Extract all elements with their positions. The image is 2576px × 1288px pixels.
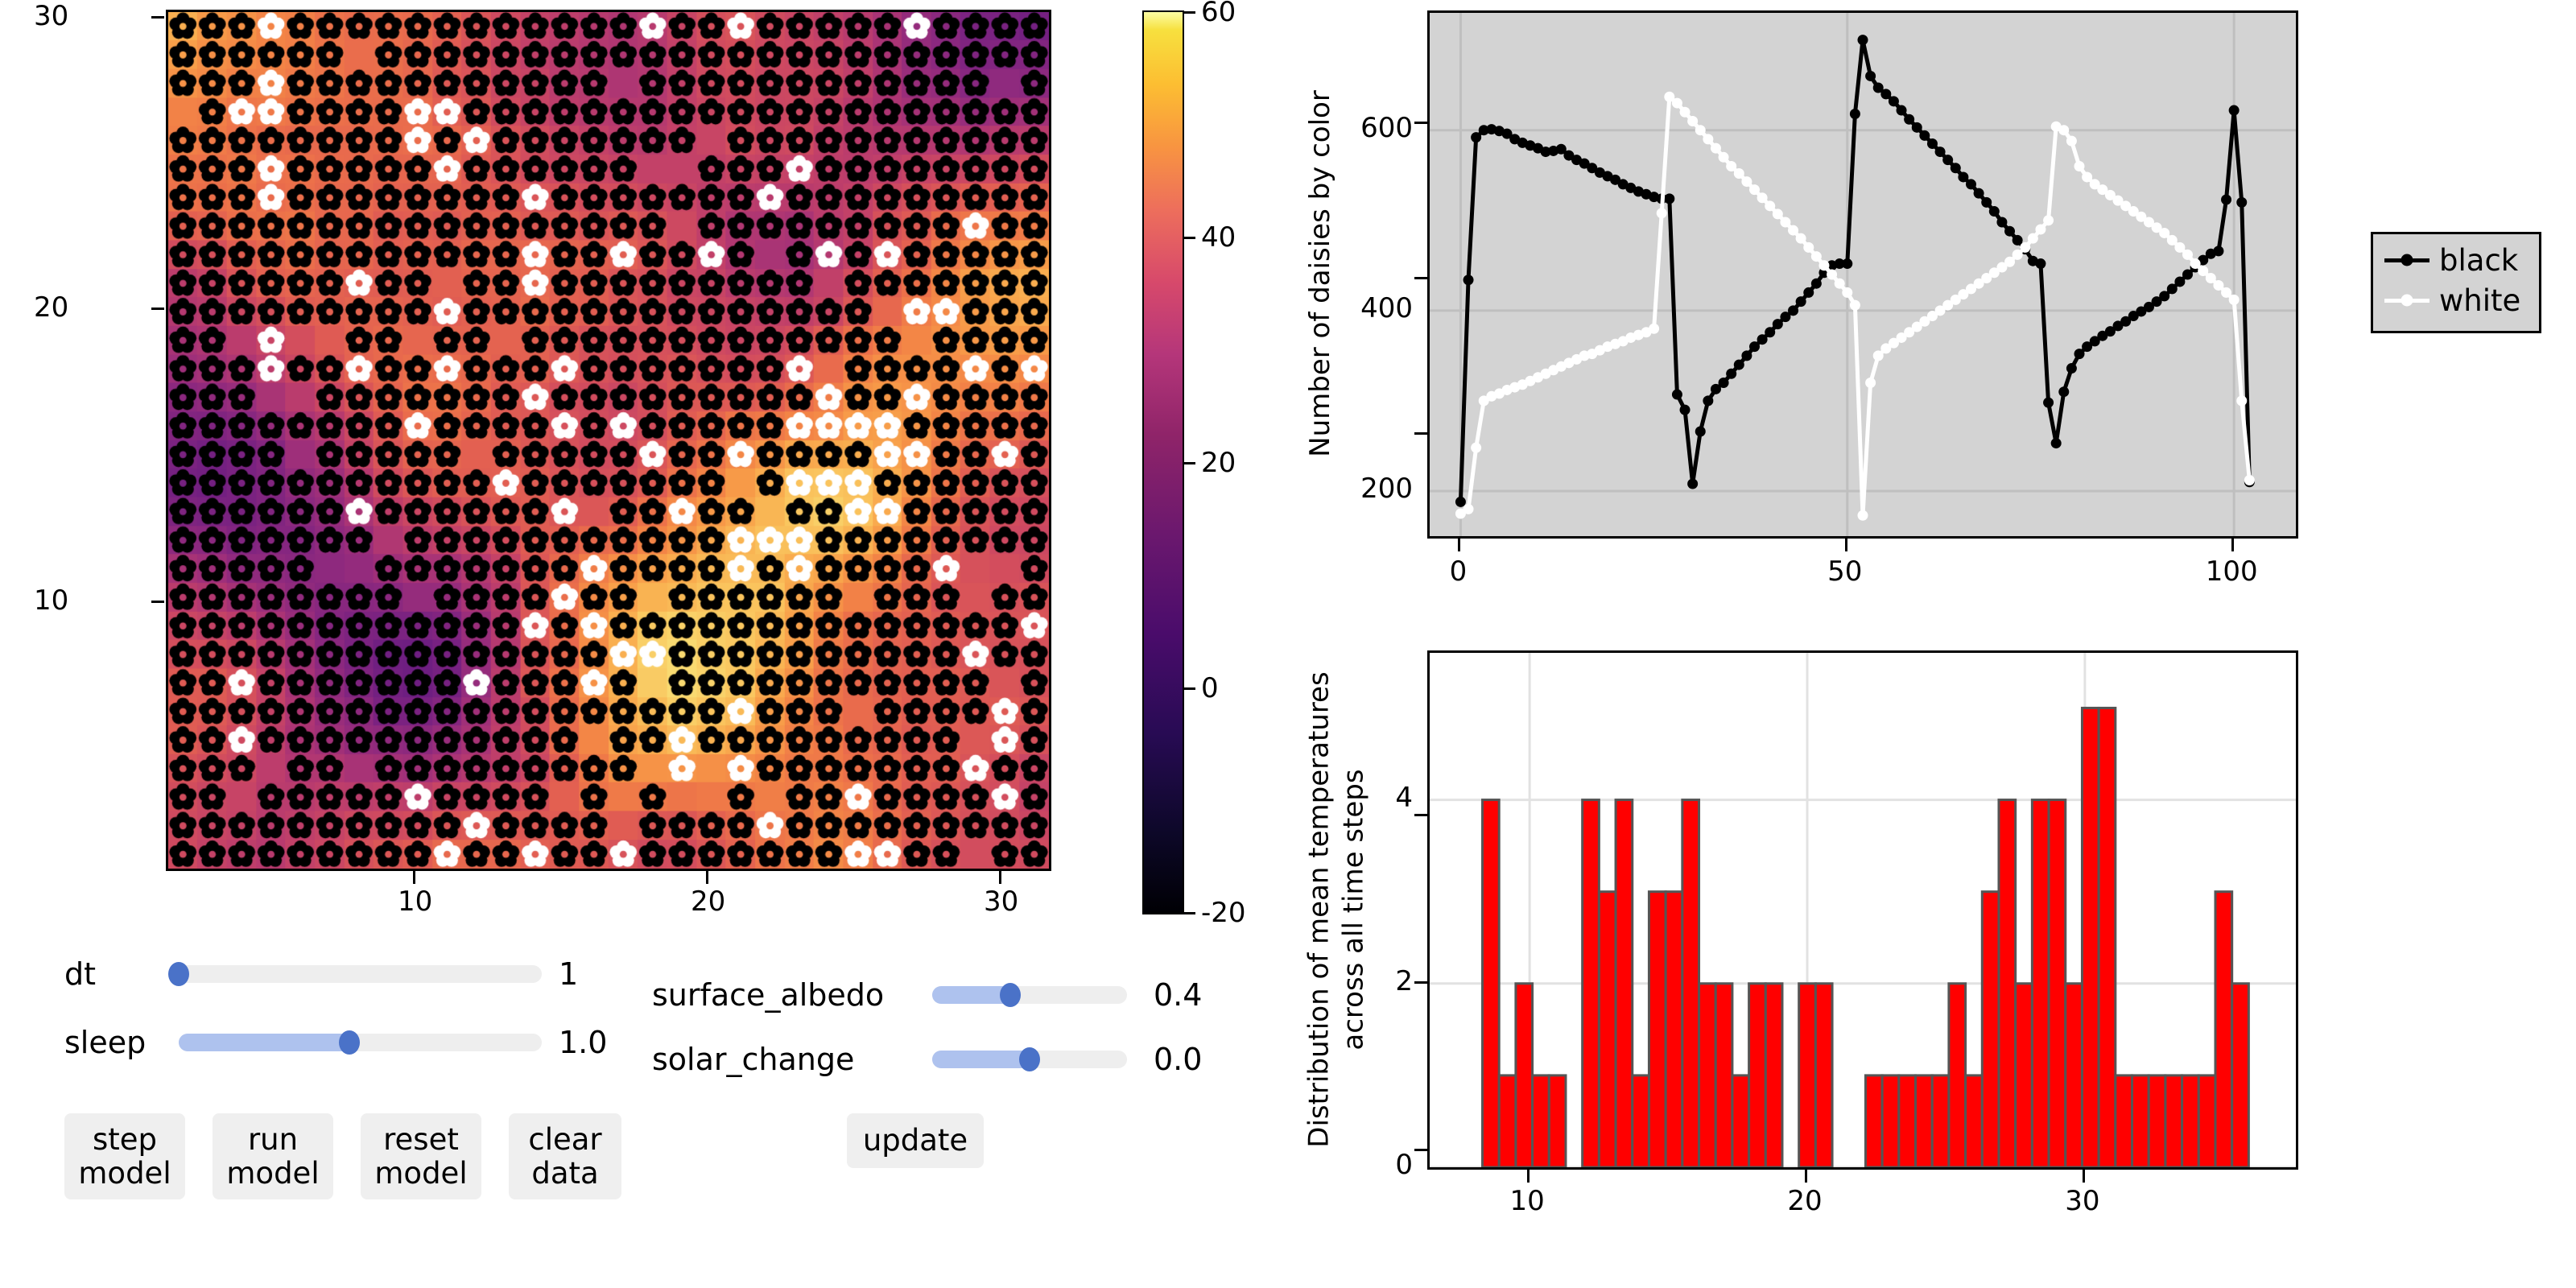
heatmap-xtickmark-20: [706, 871, 708, 884]
legend-label-white: white: [2439, 283, 2521, 318]
slider-label-solar-change: solar_change: [652, 1042, 855, 1077]
slider-fill-sleep: [179, 1034, 349, 1051]
slider-fill-solar-change: [932, 1051, 1030, 1068]
legend-marker-black: [2401, 254, 2413, 266]
histogram-ytickmark-0: [1414, 1149, 1427, 1151]
histogram-ytick-2: 2: [1395, 964, 1413, 997]
histogram-ytickmark-2: [1414, 981, 1427, 984]
histogram-xtickmark-10: [1527, 1170, 1530, 1183]
line-chart-ytick-200: 200: [1360, 472, 1413, 505]
temperature-histogram: [1427, 650, 2298, 1170]
histogram-ylabel-line1: Distribution of mean temperatures: [1302, 671, 1335, 1148]
daisy-population-chart: [1427, 10, 2298, 539]
heatmap-xtick-10: 10: [398, 886, 433, 918]
colorbar-label-40: 40: [1201, 221, 1236, 254]
line-chart-ylabel: Number of daisies by color: [1304, 90, 1336, 457]
histogram-xtickmark-30: [2082, 1170, 2085, 1183]
colorbar-label-minus20: -20: [1201, 897, 1246, 929]
slider-row-solar-change: solar_change 0.0: [652, 1042, 1216, 1077]
histogram-svg: [1430, 653, 2296, 1167]
legend-line-black: [2384, 254, 2429, 266]
slider-track-sleep[interactable]: [179, 1030, 542, 1055]
heatmap-ytick-10: 10: [34, 584, 69, 617]
histogram-ytick-0: 0: [1395, 1149, 1413, 1181]
line-chart-xtickmark-0: [1458, 539, 1461, 551]
line-chart-xtickmark-100: [2231, 539, 2235, 551]
slider-knob-sleep[interactable]: [338, 1030, 360, 1055]
legend-label-black: black: [2439, 242, 2519, 278]
histogram-xtick-20: 20: [1787, 1185, 1823, 1217]
colorbar-tickmark-m20: [1184, 912, 1195, 914]
slider-knob-solar-change[interactable]: [1019, 1047, 1040, 1071]
histogram-ytick-4: 4: [1395, 781, 1413, 814]
legend-line-white: [2384, 294, 2429, 307]
heatmap-xtickmark-10: [413, 871, 415, 884]
line-chart-ytickmark-200: [1414, 432, 1427, 435]
line-chart-ytick-600: 600: [1360, 111, 1413, 144]
slider-track-solar-change[interactable]: [932, 1047, 1127, 1071]
legend-entry-black: black: [2384, 242, 2519, 278]
colorbar-tickmark-0: [1184, 687, 1195, 690]
histogram-ytickmark-4: [1414, 814, 1427, 816]
histogram-xtick-30: 30: [2065, 1185, 2100, 1217]
histogram-xtickmark-20: [1805, 1170, 1808, 1183]
heatmap-ytickmark-30: [151, 16, 164, 19]
heatmap-ytick-30: 30: [34, 0, 69, 32]
line-chart-svg: [1430, 13, 2296, 536]
colorbar-tickmark-40: [1184, 237, 1195, 239]
line-chart-legend: black white: [2371, 232, 2541, 333]
colorbar-label-0: 0: [1201, 672, 1219, 704]
heatmap-xtick-30: 30: [984, 886, 1019, 918]
slider-label-sleep: sleep: [64, 1025, 147, 1060]
slider-value-solar-change: 0.0: [1154, 1042, 1203, 1077]
line-chart-ytickmark-600: [1414, 122, 1427, 124]
histogram-xtick-10: 10: [1509, 1185, 1545, 1217]
slider-row-sleep: sleep 1.0: [64, 1025, 628, 1060]
heatmap-xtickmark-30: [999, 871, 1001, 884]
line-chart-xtick-100: 100: [2205, 555, 2258, 588]
temperature-colorbar: [1142, 10, 1184, 914]
colorbar-label-60: 60: [1201, 0, 1236, 28]
legend-marker-white: [2401, 294, 2413, 307]
line-chart-xtick-50: 50: [1827, 555, 1863, 588]
histogram-ylabel-line2: across all time steps: [1337, 769, 1369, 1051]
histogram-ylabel: Distribution of mean temperatures across…: [1302, 671, 1371, 1147]
colorbar-tickmark-60: [1184, 11, 1195, 14]
heatmap-xtick-20: 20: [691, 886, 726, 918]
line-chart-xtickmark-50: [1844, 539, 1847, 551]
line-chart-ytick-400: 400: [1360, 291, 1413, 324]
legend-entry-white: white: [2384, 283, 2521, 318]
slider-value-sleep: 1.0: [559, 1025, 608, 1060]
heatmap-ytickmark-10: [151, 601, 164, 603]
colorbar-tickmark-20: [1184, 462, 1195, 464]
line-chart-ytickmark-400: [1414, 277, 1427, 279]
line-chart-xtick-0: 0: [1449, 555, 1468, 588]
